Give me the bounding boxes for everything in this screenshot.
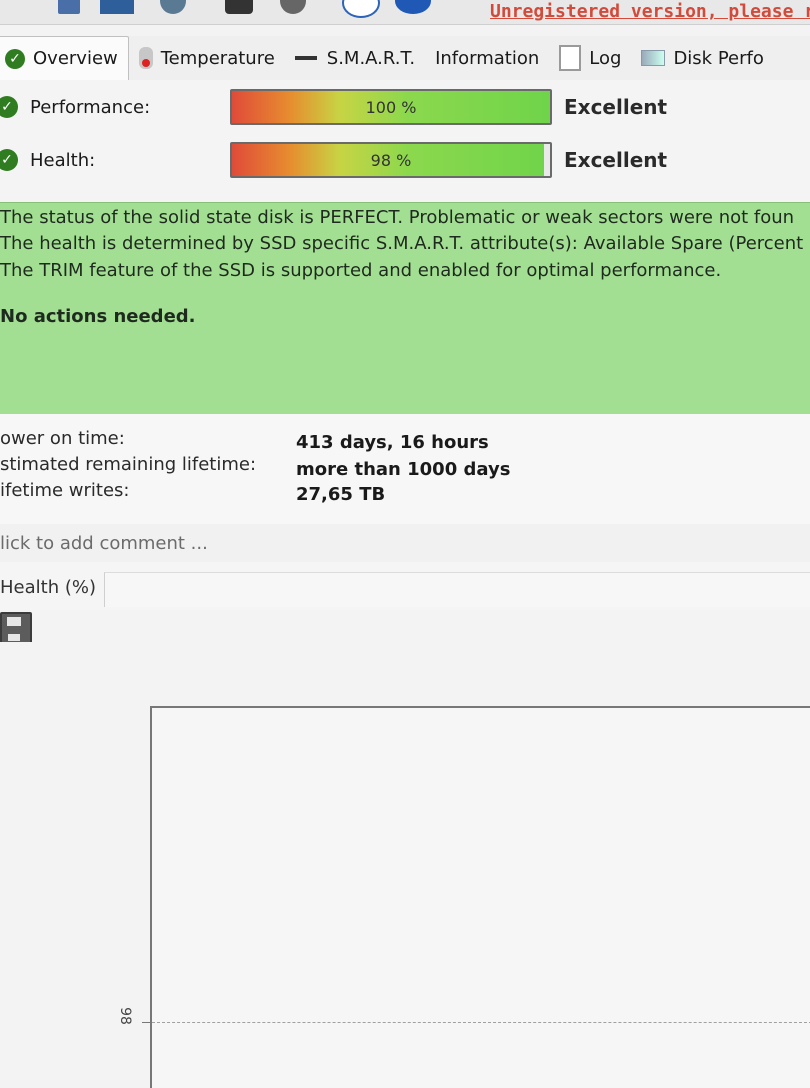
tab-overview[interactable]: ✓ Overview xyxy=(0,35,129,81)
toolbar-info-icon[interactable] xyxy=(395,0,431,14)
lifetime-writes-label: ifetime writes: xyxy=(0,480,130,501)
log-icon xyxy=(559,45,582,71)
performance-row: ✓ Performance: 100 % Excellent xyxy=(0,87,810,127)
health-rating: Excellent xyxy=(564,148,668,172)
tab-smart[interactable]: S.M.A.R.T. xyxy=(285,36,425,80)
check-icon: ✓ xyxy=(5,48,25,69)
graph-frame: 98 xyxy=(117,706,810,1088)
status-panel: The status of the solid state disk is PE… xyxy=(0,202,810,416)
tab-log-label: Log xyxy=(589,47,622,69)
status-line-1: The status of the solid state disk is PE… xyxy=(0,207,795,228)
graph-y-tick-label: 98 xyxy=(116,1007,133,1025)
smart-icon xyxy=(294,56,317,60)
tab-log[interactable]: Log xyxy=(549,36,631,80)
tab-disk-performance[interactable]: Disk Perfo xyxy=(631,36,773,80)
save-icon[interactable] xyxy=(0,612,32,646)
status-action: No actions needed. xyxy=(0,306,196,327)
performance-check-icon: ✓ xyxy=(0,96,18,118)
tab-disk-performance-label: Disk Perfo xyxy=(673,47,764,69)
performance-bar: 100 % xyxy=(230,89,552,125)
graph-y-tick xyxy=(142,1022,152,1023)
thermometer-icon xyxy=(138,47,153,69)
performance-label: Performance: xyxy=(30,96,151,118)
toolbar: Unregistered version, please r xyxy=(0,0,810,25)
power-on-time-label: ower on time: xyxy=(0,428,125,449)
power-on-time-value: 413 days, 16 hours xyxy=(296,432,489,453)
details-panel: ower on time: 413 days, 16 hours stimate… xyxy=(0,414,810,525)
disk-performance-icon xyxy=(641,50,666,66)
toolbar-network-icon[interactable] xyxy=(160,0,186,14)
tab-information[interactable]: i Information xyxy=(0,36,549,475)
remaining-lifetime-label: stimated remaining lifetime: xyxy=(0,454,257,475)
tab-overview-label: Overview xyxy=(33,48,118,69)
comment-placeholder[interactable]: lick to add comment ... xyxy=(0,524,208,562)
unregistered-version-link[interactable]: Unregistered version, please r xyxy=(490,1,810,22)
graph-header: Health (%) xyxy=(0,562,810,610)
toolbar-help-icon[interactable] xyxy=(342,0,380,18)
tab-smart-label: S.M.A.R.T. xyxy=(326,47,416,69)
performance-label-group: ✓ Performance: xyxy=(0,96,150,118)
status-line-2: The health is determined by SSD specific… xyxy=(0,233,804,254)
metrics-panel: ✓ Performance: 100 % Excellent ✓ Health:… xyxy=(0,80,810,202)
health-check-icon: ✓ xyxy=(0,149,18,171)
health-row: ✓ Health: 98 % Excellent xyxy=(0,140,810,180)
performance-rating: Excellent xyxy=(564,95,668,119)
graph-title: Health (%) xyxy=(0,576,96,598)
health-graph: 98 xyxy=(0,642,810,1088)
graph-reference-line xyxy=(152,1022,810,1023)
tab-temperature-label: Temperature xyxy=(160,47,275,69)
health-percent: 98 % xyxy=(370,150,412,170)
status-line-3: The TRIM feature of the SSD is supported… xyxy=(0,260,722,281)
comment-field[interactable]: lick to add comment ... xyxy=(0,524,810,563)
tab-temperature[interactable]: Temperature xyxy=(129,36,285,80)
toolbar-settings-icon[interactable] xyxy=(225,0,253,14)
toolbar-mail-icon[interactable] xyxy=(100,0,134,14)
lifetime-writes-value: 27,65 TB xyxy=(296,484,386,505)
health-label-group: ✓ Health: xyxy=(0,149,95,171)
health-bar: 98 % xyxy=(230,142,552,178)
tab-bar: ✓ Overview Temperature S.M.A.R.T. i Info… xyxy=(0,35,810,475)
health-label: Health: xyxy=(30,149,96,171)
graph-selector[interactable] xyxy=(104,572,810,607)
performance-percent: 100 % xyxy=(365,97,417,117)
toolbar-chart-icon[interactable] xyxy=(58,0,80,14)
tab-information-label: Information xyxy=(435,47,540,69)
toolbar-disk-icon[interactable] xyxy=(280,0,306,14)
remaining-lifetime-value: more than 1000 days xyxy=(296,459,511,480)
